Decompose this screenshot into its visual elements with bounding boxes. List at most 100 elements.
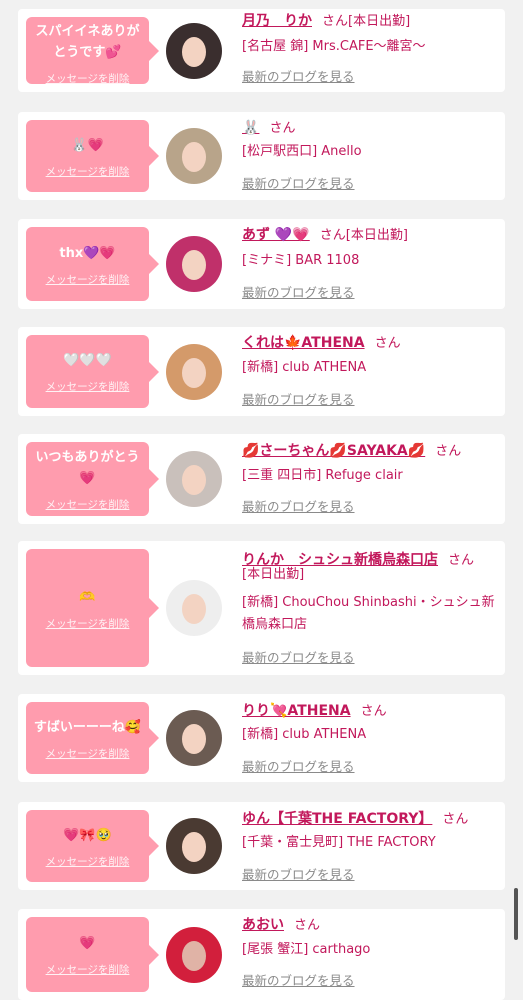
profile-name-link[interactable]: くれは🍁ATHENA bbox=[242, 335, 365, 351]
latest-blog-link[interactable]: 最新のブログを見る bbox=[242, 864, 355, 883]
name-row: くれは🍁ATHENA さん bbox=[242, 332, 499, 354]
name-row: 💋さーちゃん💋SAYAKA💋 さん bbox=[242, 440, 499, 462]
profile-name-link[interactable]: あず 💜💗 bbox=[242, 227, 310, 243]
latest-blog-link[interactable]: 最新のブログを見る bbox=[242, 756, 355, 775]
latest-blog-link[interactable]: 最新のブログを見る bbox=[242, 647, 355, 666]
shop-text: [三重 四日市] Refuge clair bbox=[242, 468, 403, 483]
message-text: すばいーーーね🥰 bbox=[33, 719, 142, 735]
profile-name-link[interactable]: ゆん【千葉THE FACTORY】 bbox=[242, 811, 432, 827]
profile-name-link[interactable]: りんか シュシュ新橋烏森口店 bbox=[242, 552, 438, 568]
shop-text: [松戸駅西口] Anello bbox=[242, 144, 362, 159]
profile-name-link[interactable]: 月乃 りか bbox=[242, 13, 312, 29]
shop-text: [尾張 蟹江] carthago bbox=[242, 942, 371, 957]
message-bubble: 💗 メッセージを削除 bbox=[26, 917, 159, 992]
profile-info: 🐰 さん [松戸駅西口] Anello 最新のブログを見る bbox=[242, 112, 499, 200]
honorific-text: さん bbox=[442, 812, 469, 827]
scrollbar[interactable] bbox=[514, 888, 518, 940]
avatar[interactable] bbox=[166, 128, 222, 184]
honorific-text: さん bbox=[322, 14, 349, 29]
shop-text: [新橋] club ATHENA bbox=[242, 360, 367, 375]
avatar[interactable] bbox=[166, 236, 222, 292]
avatar[interactable] bbox=[166, 818, 222, 874]
latest-blog-link[interactable]: 最新のブログを見る bbox=[242, 389, 355, 408]
delete-message-link[interactable]: メッセージを削除 bbox=[26, 962, 149, 977]
avatar-face-shape bbox=[182, 465, 206, 495]
message-text: 💗 bbox=[79, 936, 96, 951]
profile-info: くれは🍁ATHENA さん [新橋] club ATHENA 最新のブログを見る bbox=[242, 327, 499, 416]
avatar[interactable] bbox=[166, 451, 222, 507]
shop-text: [新橋] ChouChou Shinbashi・シュシュ新橋烏森口店 bbox=[242, 595, 495, 632]
honorific-text: さん bbox=[435, 444, 462, 459]
profile-info: あおい さん [尾張 蟹江] carthago 最新のブログを見る bbox=[242, 909, 499, 1000]
profile-name-link[interactable]: あおい bbox=[242, 917, 284, 933]
avatar[interactable] bbox=[166, 22, 222, 79]
delete-message-link[interactable]: メッセージを削除 bbox=[26, 616, 149, 631]
profile-info: りり💘ATHENA さん [新橋] club ATHENA 最新のブログを見る bbox=[242, 694, 499, 782]
list-item: 🐰💗 メッセージを削除 🐰 さん [松戸駅西口] Anello 最新のブログを見る bbox=[18, 112, 505, 200]
message-bubble: すばいーーーね🥰 メッセージを削除 bbox=[26, 702, 159, 774]
message-bubble: スパイイネありがとうです💕 メッセージを削除 bbox=[26, 17, 159, 86]
working-today-badge: [本日出勤] bbox=[348, 14, 411, 29]
name-row: 月乃 りか さん[本日出勤] bbox=[242, 10, 499, 32]
name-row: あず 💜💗 さん[本日出勤] bbox=[242, 224, 499, 246]
list-item: 🤍🤍🤍 メッセージを削除 くれは🍁ATHENA さん [新橋] club ATHENA 最… bbox=[18, 327, 505, 416]
profile-name-link[interactable]: 🐰 bbox=[242, 120, 259, 136]
avatar[interactable] bbox=[166, 710, 222, 766]
list-item: thx💜💗 メッセージを削除 あず 💜💗 さん[本日出勤] [ミナミ] BAR 1108… bbox=[18, 219, 505, 309]
honorific-text: さん bbox=[448, 553, 475, 568]
name-row: 🐰 さん bbox=[242, 117, 499, 139]
list-item: 💗🎀🥹 メッセージを削除 ゆん【千葉THE FACTORY】 さん [千葉・富士見町] … bbox=[18, 802, 505, 890]
message-text: スパイイネありがとうです💕 bbox=[35, 24, 140, 60]
delete-message-link[interactable]: メッセージを削除 bbox=[26, 272, 149, 287]
latest-blog-link[interactable]: 最新のブログを見る bbox=[242, 970, 355, 989]
profile-info: 月乃 りか さん[本日出勤] [名古屋 錦] Mrs.CAFE～離宮～ 最新のブログを… bbox=[242, 9, 499, 92]
message-bubble: 🤍🤍🤍 メッセージを削除 bbox=[26, 335, 159, 408]
latest-blog-link[interactable]: 最新のブログを見る bbox=[242, 66, 355, 85]
delete-message-link[interactable]: メッセージを削除 bbox=[26, 71, 149, 86]
shop-text: [名古屋 錦] Mrs.CAFE～離宮～ bbox=[242, 39, 426, 54]
honorific-text: さん bbox=[269, 121, 296, 136]
name-row: りんか シュシュ新橋烏森口店 さん bbox=[242, 549, 499, 571]
avatar-face-shape bbox=[182, 36, 206, 67]
list-item: すばいーーーね🥰 メッセージを削除 りり💘ATHENA さん [新橋] club ATH… bbox=[18, 694, 505, 782]
avatar-face-shape bbox=[182, 832, 206, 862]
name-row: りり💘ATHENA さん bbox=[242, 700, 499, 722]
list-item: 🫶 メッセージを削除 [本日出勤] りんか シュシュ新橋烏森口店 さん [新橋] Chou… bbox=[18, 541, 505, 675]
delete-message-link[interactable]: メッセージを削除 bbox=[26, 854, 149, 869]
profile-info: あず 💜💗 さん[本日出勤] [ミナミ] BAR 1108 最新のブログを見る bbox=[242, 219, 499, 309]
latest-blog-link[interactable]: 最新のブログを見る bbox=[242, 496, 355, 515]
profile-name-link[interactable]: 💋さーちゃん💋SAYAKA💋 bbox=[242, 443, 425, 459]
avatar-face-shape bbox=[182, 724, 206, 754]
latest-blog-link[interactable]: 最新のブログを見る bbox=[242, 173, 355, 192]
avatar[interactable] bbox=[166, 926, 222, 983]
message-text: 🫶 bbox=[79, 589, 96, 605]
honorific-text: さん bbox=[374, 336, 401, 351]
delete-message-link[interactable]: メッセージを削除 bbox=[26, 379, 149, 394]
delete-message-link[interactable]: メッセージを削除 bbox=[26, 164, 149, 179]
message-text: thx💜💗 bbox=[59, 245, 116, 261]
message-bubble: 🐰💗 メッセージを削除 bbox=[26, 120, 159, 192]
list-item: 💗 メッセージを削除 あおい さん [尾張 蟹江] carthago 最新のブログを見る bbox=[18, 909, 505, 1000]
name-row: ゆん【千葉THE FACTORY】 さん bbox=[242, 808, 499, 830]
profile-name-link[interactable]: りり💘ATHENA bbox=[242, 703, 351, 719]
delete-message-link[interactable]: メッセージを削除 bbox=[26, 497, 149, 512]
shop-text: [ミナミ] BAR 1108 bbox=[242, 253, 360, 268]
profile-info: [本日出勤] りんか シュシュ新橋烏森口店 さん [新橋] ChouChou Shin… bbox=[242, 541, 499, 675]
avatar[interactable] bbox=[166, 580, 222, 636]
message-bubble: thx💜💗 メッセージを削除 bbox=[26, 227, 159, 301]
honorific-text: さん bbox=[360, 704, 387, 719]
latest-blog-link[interactable]: 最新のブログを見る bbox=[242, 282, 355, 301]
message-text: いつもありがとう💗 bbox=[35, 450, 140, 486]
honorific-text: さん bbox=[319, 228, 346, 243]
name-row: あおい さん bbox=[242, 914, 499, 936]
avatar[interactable] bbox=[166, 343, 222, 400]
profile-info: 💋さーちゃん💋SAYAKA💋 さん [三重 四日市] Refuge clair 最新の… bbox=[242, 434, 499, 524]
shop-text: [千葉・富士見町] THE FACTORY bbox=[242, 835, 436, 850]
avatar-face-shape bbox=[182, 142, 206, 172]
message-text: 🐰💗 bbox=[71, 137, 104, 153]
honorific-text: さん bbox=[294, 918, 321, 933]
message-bubble: いつもありがとう💗 メッセージを削除 bbox=[26, 442, 159, 516]
delete-message-link[interactable]: メッセージを削除 bbox=[26, 746, 149, 761]
working-today-badge: [本日出勤] bbox=[345, 228, 408, 243]
message-bubble: 💗🎀🥹 メッセージを削除 bbox=[26, 810, 159, 882]
